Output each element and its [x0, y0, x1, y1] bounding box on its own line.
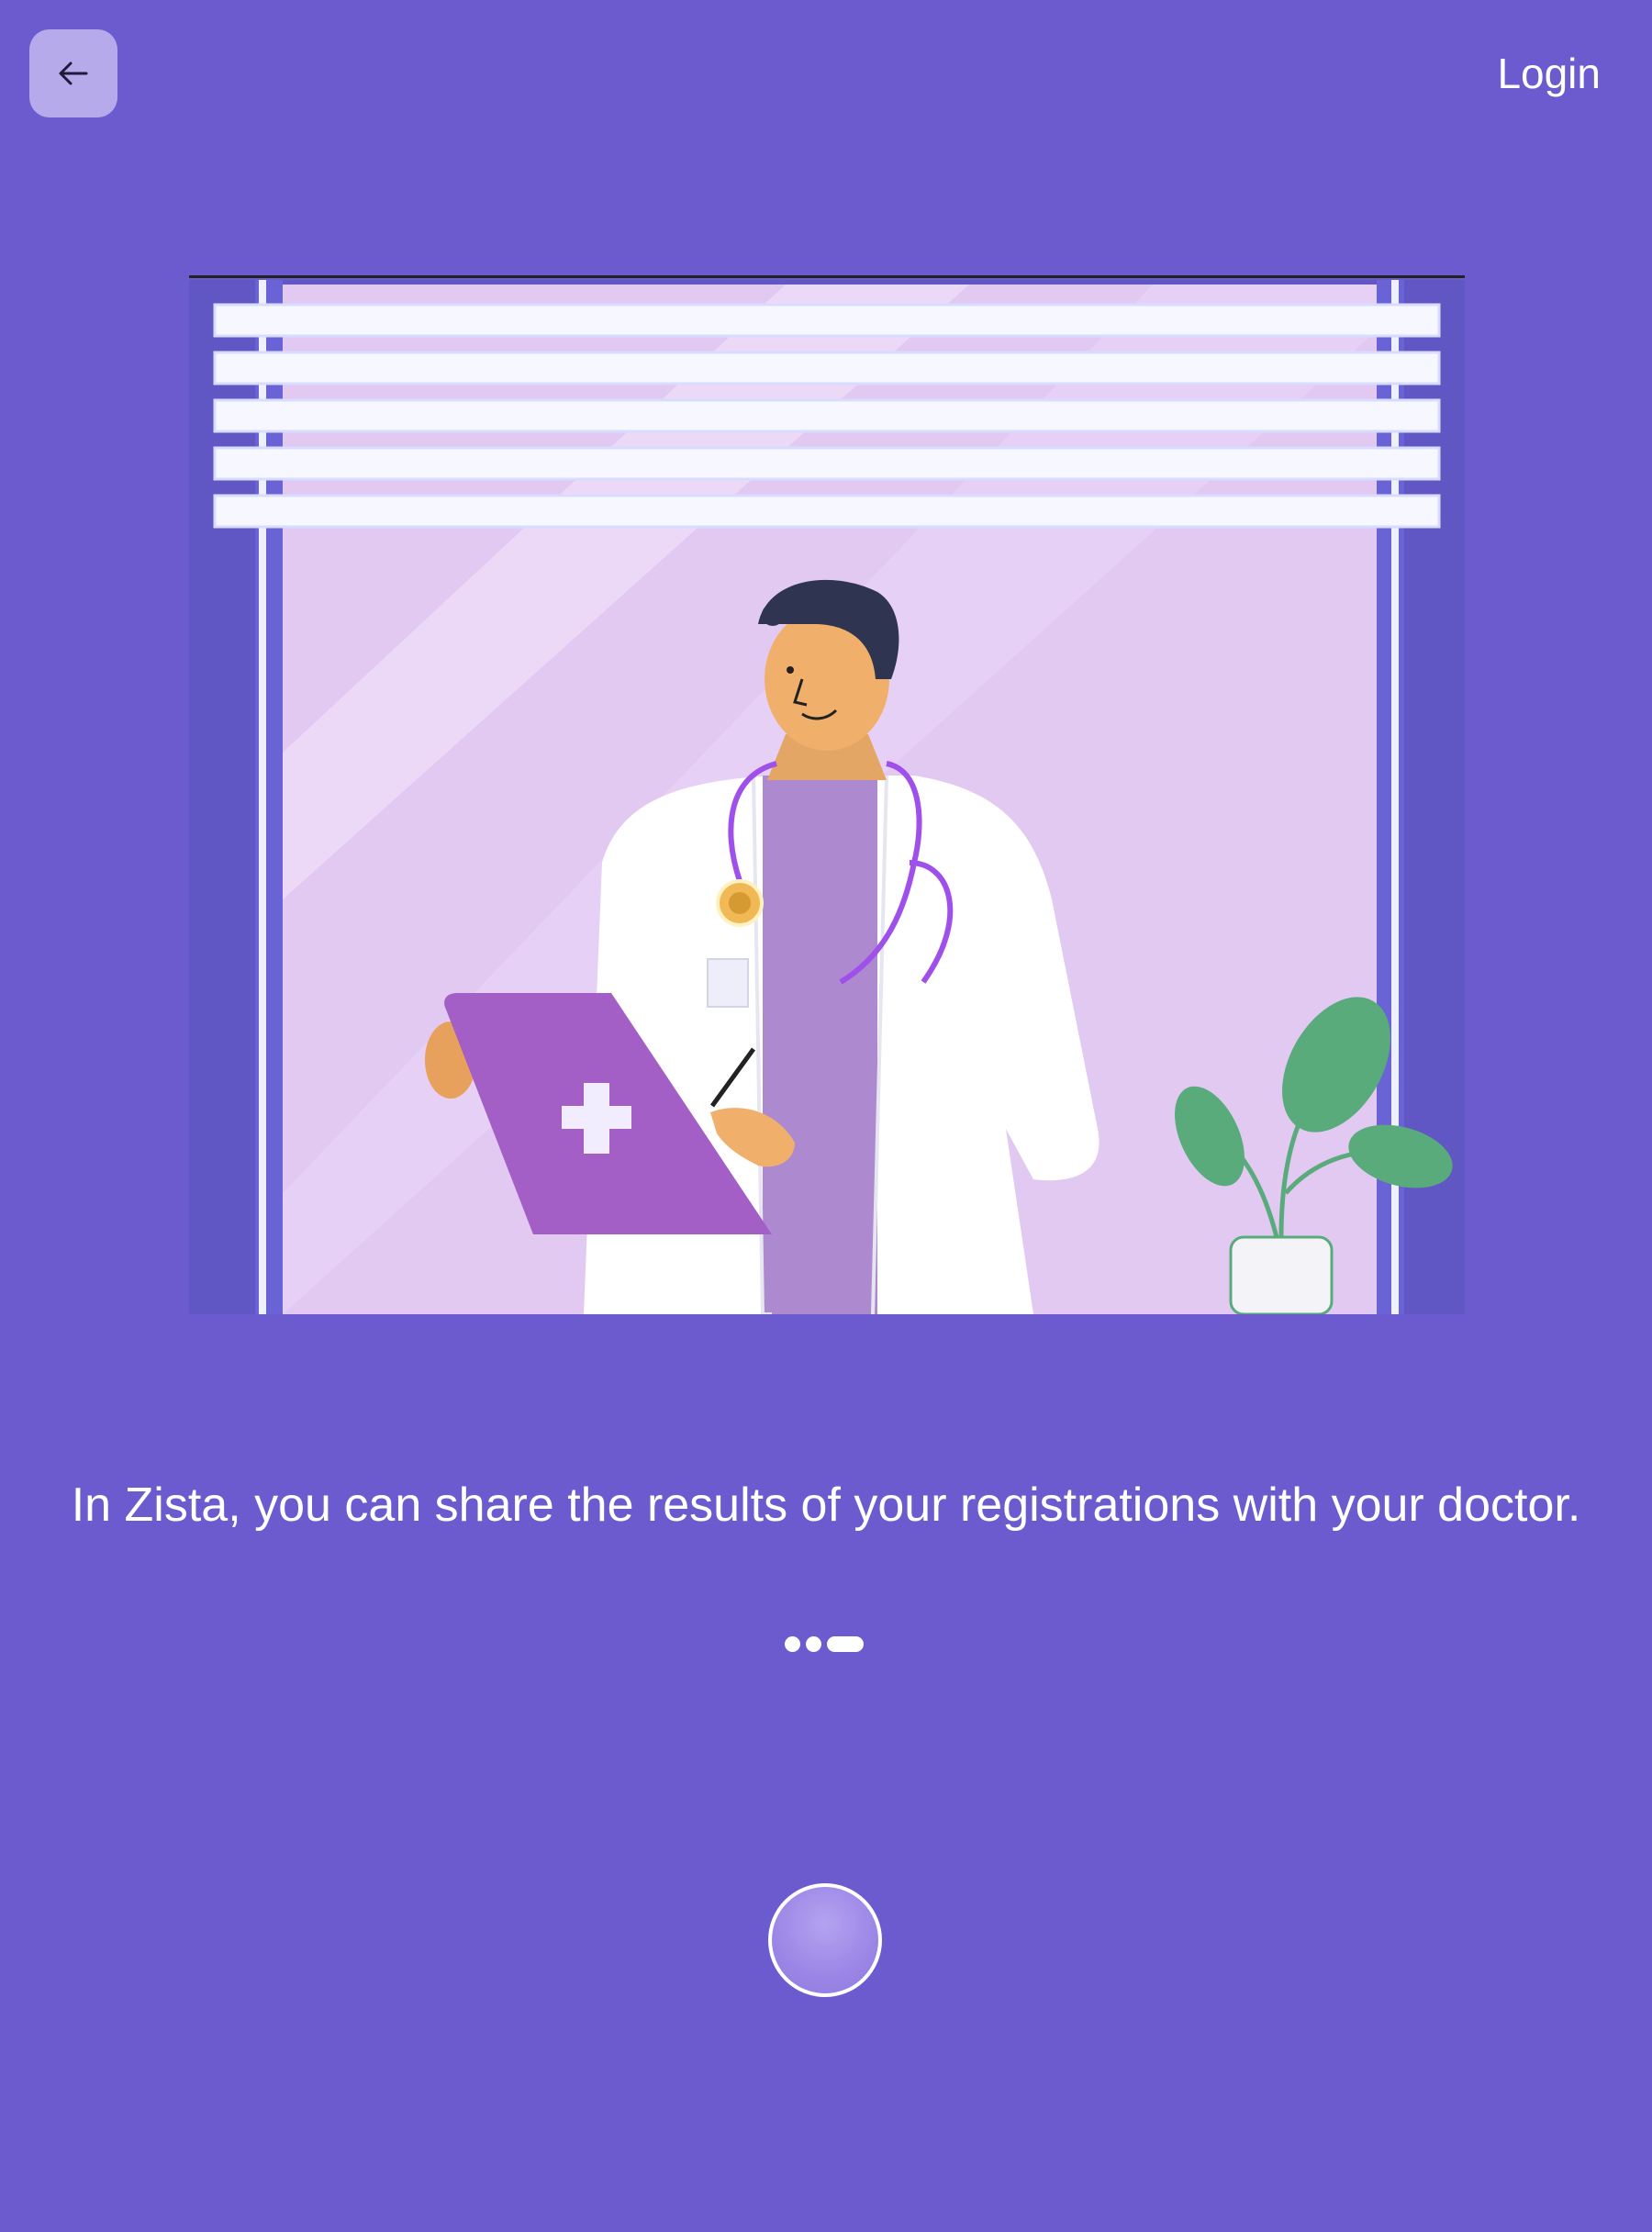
page-dot-3-active	[827, 1635, 864, 1652]
page-dot-1	[785, 1635, 800, 1652]
onboarding-message: In Zista, you can share the results of y…	[71, 1479, 1581, 1532]
next-button[interactable]	[768, 1883, 882, 1997]
arrow-left-icon	[59, 61, 88, 85]
onboarding-screen: Login In Zista, you can share the result…	[0, 0, 1652, 2232]
page-indicator	[785, 1635, 864, 1653]
doctor-illustration	[189, 275, 1465, 1314]
login-link[interactable]: Login	[1497, 44, 1601, 103]
back-button[interactable]	[29, 29, 117, 117]
page-dot-2	[806, 1635, 821, 1652]
